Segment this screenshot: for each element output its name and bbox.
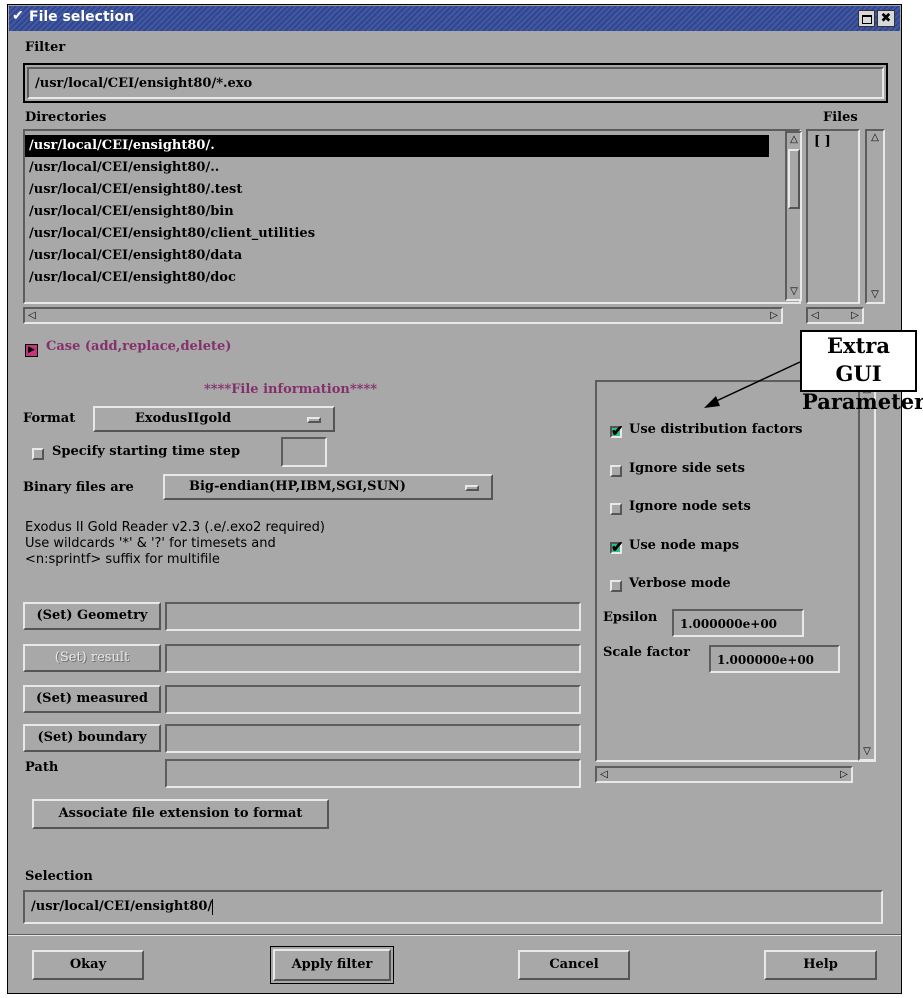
annotation-line: Extra GUI <box>827 333 890 386</box>
annotation-box: Extra GUI Parameters <box>800 330 923 414</box>
annotation-line: Parameters <box>802 389 923 414</box>
annotation-arrow <box>704 361 801 408</box>
